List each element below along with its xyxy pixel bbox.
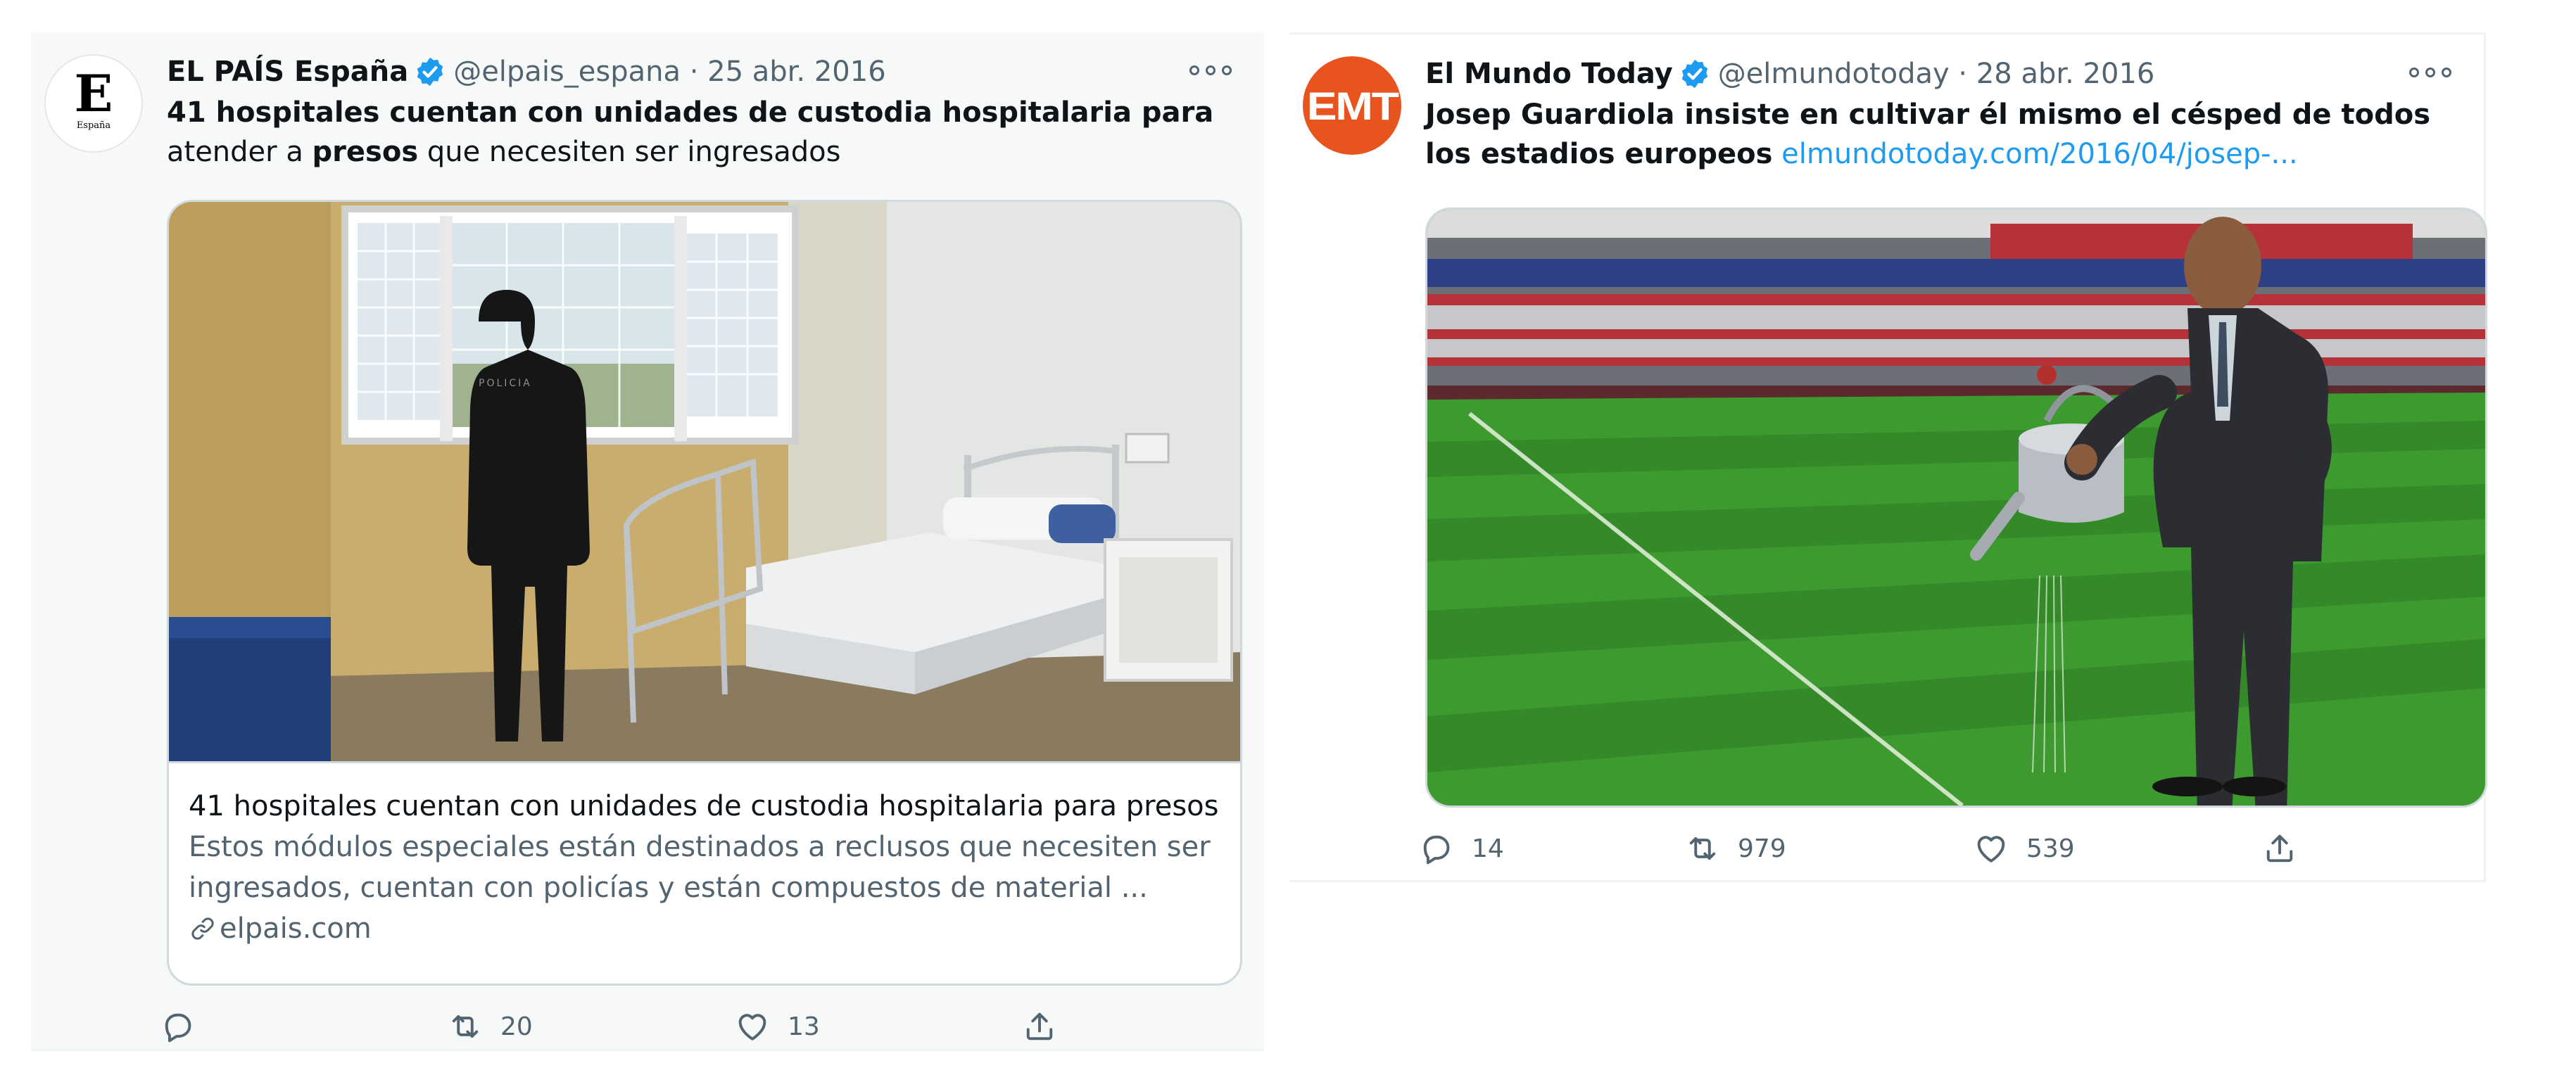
retweet-icon xyxy=(452,1014,479,1038)
media-image[interactable] xyxy=(1425,208,2487,808)
more-options-icon[interactable] xyxy=(2409,58,2451,87)
reply-icon xyxy=(165,1013,191,1043)
link-card[interactable]: POLICIA 41 hospitales cuentan con unidad… xyxy=(167,200,1242,986)
author-name[interactable]: El Mundo Today xyxy=(1425,54,1673,94)
reply-button[interactable]: 14 xyxy=(1418,830,1684,867)
tweet-text-bold: 41 hospitales cuentan con unidades de cu… xyxy=(167,96,1214,129)
tweet-text-plain: atender a xyxy=(167,136,312,168)
tweet-header: EL PAÍS España @elpais_espana · 25 abr. … xyxy=(167,52,1237,91)
retweet-icon xyxy=(1689,836,1716,860)
tweet-elmundotoday[interactable]: EMT El Mundo Today @elmundotoday · 28 ab… xyxy=(1289,32,2487,882)
heart-icon xyxy=(1977,836,2005,863)
svg-text:POLICIA: POLICIA xyxy=(479,378,532,389)
avatar-logo-text: EMT xyxy=(1306,83,1399,128)
author-handle[interactable]: @elmundotoday xyxy=(1718,54,1950,94)
like-count: 539 xyxy=(2026,834,2075,863)
avatar[interactable]: EMT xyxy=(1303,56,1401,155)
tweet-body: El Mundo Today @elmundotoday · 28 abr. 2… xyxy=(1425,54,2457,174)
author-name[interactable]: EL PAÍS España xyxy=(167,52,408,91)
reply-count: 14 xyxy=(1472,834,1504,863)
card-description: Estos módulos especiales están destinado… xyxy=(189,831,1211,904)
tweet-link[interactable]: elmundotoday.com/2016/04/josep-... xyxy=(1781,138,2298,170)
share-icon xyxy=(2266,834,2293,863)
card-domain-text: elpais.com xyxy=(220,912,372,945)
avatar[interactable]: E España xyxy=(44,54,143,153)
share-button[interactable] xyxy=(2261,830,2318,867)
like-button[interactable]: 13 xyxy=(734,1008,1021,1045)
more-options-icon[interactable] xyxy=(1189,56,1232,84)
avatar-logo-letter: E xyxy=(74,63,113,123)
tweet-text-plain-end: que necesiten ser ingresados xyxy=(418,136,841,168)
heart-icon xyxy=(738,1014,766,1040)
tweet-body: EL PAÍS España @elpais_espana · 25 abr. … xyxy=(167,52,1237,172)
avatar-logo-subtitle: España xyxy=(76,120,111,131)
retweet-button[interactable]: 979 xyxy=(1684,830,1973,867)
like-button[interactable]: 539 xyxy=(1973,830,2261,867)
tweet-header: El Mundo Today @elmundotoday · 28 abr. 2… xyxy=(1425,54,2457,94)
author-handle[interactable]: @elpais_espana xyxy=(453,52,681,91)
tweet-text: 41 hospitales cuentan con unidades de cu… xyxy=(167,93,1237,172)
verified-badge-icon xyxy=(1681,59,1707,89)
reply-icon xyxy=(1423,835,1450,865)
meta-separator: · xyxy=(680,56,708,88)
tweet-text-bold-word: presos xyxy=(312,136,419,168)
reply-button[interactable] xyxy=(160,1008,447,1045)
tweet-date[interactable]: 25 abr. 2016 xyxy=(707,52,886,91)
retweet-count: 979 xyxy=(1738,834,1786,863)
tweet-actions: 20 13 xyxy=(160,1008,1308,1045)
link-icon xyxy=(191,917,214,940)
share-icon xyxy=(1026,1012,1053,1040)
card-title[interactable]: 41 hospitales cuentan con unidades de cu… xyxy=(189,786,1220,827)
tweet-elpais[interactable]: E España EL PAÍS España @elpais_espana ·… xyxy=(31,32,1264,1051)
verified-badge-icon xyxy=(417,57,443,87)
like-count: 13 xyxy=(788,1012,820,1041)
tweet-text: Josep Guardiola insiste en cultivar él m… xyxy=(1425,95,2457,174)
card-info[interactable]: 41 hospitales cuentan con unidades de cu… xyxy=(169,761,1240,949)
tweet-image[interactable] xyxy=(1427,210,2485,806)
card-domain[interactable]: elpais.com xyxy=(189,908,1220,949)
meta-separator: · xyxy=(1949,58,1976,90)
tweet-date[interactable]: 28 abr. 2016 xyxy=(1976,54,2155,94)
tweet-actions: 14 979 539 xyxy=(1418,830,2318,867)
retweet-count: 20 xyxy=(500,1012,533,1041)
share-button[interactable] xyxy=(1021,1008,1308,1045)
retweet-button[interactable]: 20 xyxy=(447,1008,734,1045)
card-image[interactable]: POLICIA xyxy=(169,202,1240,761)
